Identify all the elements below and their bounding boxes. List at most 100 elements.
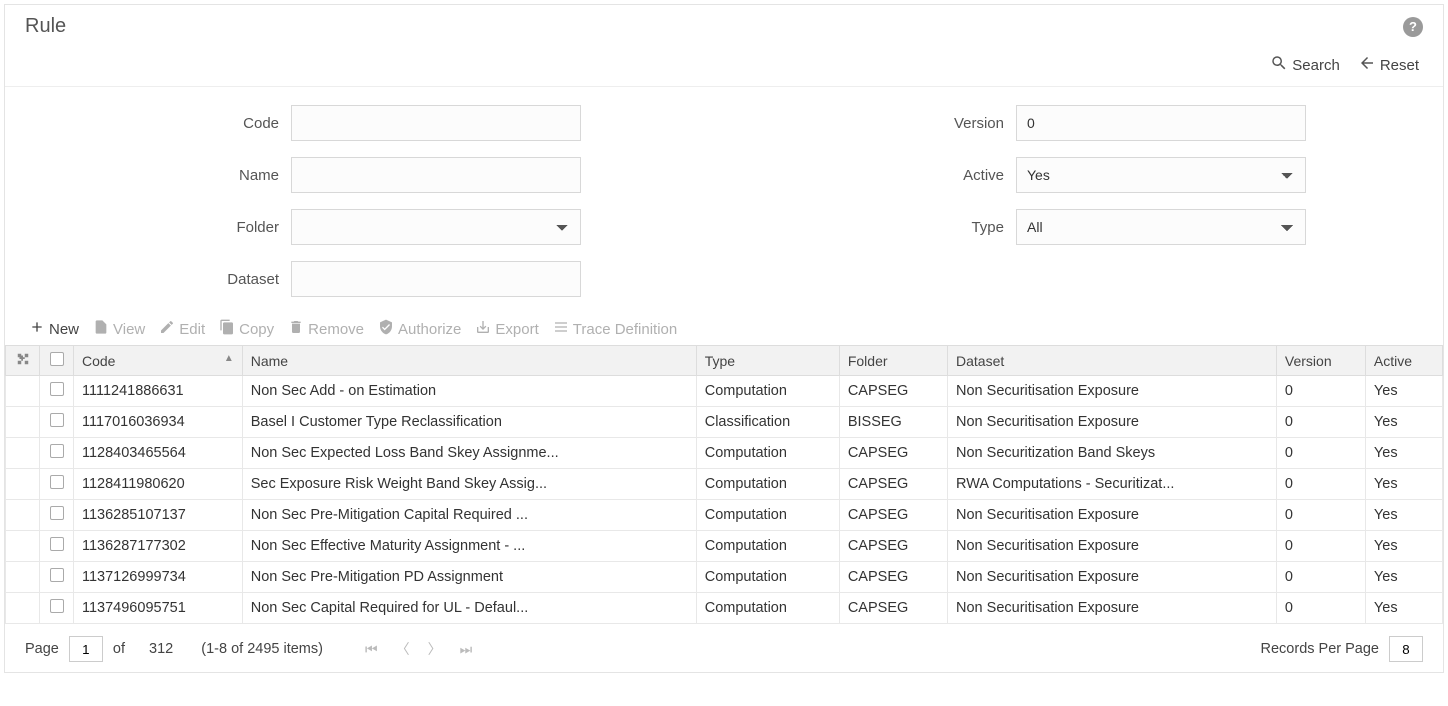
version-input[interactable] [1016,105,1306,141]
cell-folder: CAPSEG [839,531,947,562]
col-name[interactable]: Name [242,346,696,376]
remove-label: Remove [308,321,364,338]
cell-dataset: Non Securitisation Exposure [948,500,1277,531]
active-select[interactable]: Yes [1016,157,1306,193]
cell-folder: CAPSEG [839,562,947,593]
prev-page-button[interactable]: 〈 [392,639,414,659]
cell-code: 1128403465564 [74,438,243,469]
cell-code: 1136285107137 [74,500,243,531]
of-label: of [113,641,125,657]
table-row[interactable]: 1136287177302Non Sec Effective Maturity … [6,531,1443,562]
table-row[interactable]: 1137126999734Non Sec Pre-Mitigation PD A… [6,562,1443,593]
cell-type: Computation [696,562,839,593]
cell-active: Yes [1365,593,1442,624]
col-type[interactable]: Type [696,346,839,376]
select-all-checkbox[interactable] [50,352,64,366]
cell-code: 1137496095751 [74,593,243,624]
table-row[interactable]: 1128411980620Sec Exposure Risk Weight Ba… [6,469,1443,500]
rpp-input[interactable] [1389,636,1423,662]
page-input[interactable] [69,636,103,662]
cell-active: Yes [1365,376,1442,407]
edit-button[interactable]: Edit [159,319,205,339]
cell-type: Computation [696,469,839,500]
edit-icon [159,319,175,339]
row-checkbox[interactable] [50,599,64,613]
copy-button[interactable]: Copy [219,319,274,339]
row-checkbox[interactable] [50,444,64,458]
cell-dataset: Non Securitisation Exposure [948,562,1277,593]
row-tree-cell [6,562,40,593]
tree-header[interactable] [6,346,40,376]
row-checkbox[interactable] [50,475,64,489]
col-active[interactable]: Active [1365,346,1442,376]
table-row[interactable]: 1128403465564Non Sec Expected Loss Band … [6,438,1443,469]
cell-folder: CAPSEG [839,469,947,500]
name-input[interactable] [291,157,581,193]
cell-dataset: Non Securitisation Exposure [948,593,1277,624]
code-input[interactable] [291,105,581,141]
cell-folder: CAPSEG [839,500,947,531]
cell-version: 0 [1276,531,1365,562]
dataset-label: Dataset [29,271,279,288]
row-tree-cell [6,593,40,624]
table-row[interactable]: 1136285107137Non Sec Pre-Mitigation Capi… [6,500,1443,531]
filter-area: Code Name Folder Dataset Version Ac [5,87,1443,311]
rules-table: Code▲ Name Type Folder Dataset Version A… [5,345,1443,624]
row-checkbox[interactable] [50,568,64,582]
view-button[interactable]: View [93,319,145,339]
cell-version: 0 [1276,562,1365,593]
cell-type: Computation [696,531,839,562]
row-checkbox[interactable] [50,537,64,551]
col-folder[interactable]: Folder [839,346,947,376]
top-actions: Search Reset [5,48,1443,87]
help-icon[interactable]: ? [1403,17,1423,37]
export-button[interactable]: Export [475,319,538,339]
dataset-input[interactable] [291,261,581,297]
col-version[interactable]: Version [1276,346,1365,376]
row-checkbox[interactable] [50,506,64,520]
reset-button[interactable]: Reset [1358,54,1419,76]
cell-type: Computation [696,593,839,624]
table-row[interactable]: 1137496095751Non Sec Capital Required fo… [6,593,1443,624]
table-row[interactable]: 1117016036934Basel I Customer Type Recla… [6,407,1443,438]
edit-label: Edit [179,321,205,338]
cell-version: 0 [1276,376,1365,407]
row-tree-cell [6,438,40,469]
col-code[interactable]: Code▲ [74,346,243,376]
cell-name: Non Sec Capital Required for UL - Defaul… [242,593,696,624]
total-pages: 312 [149,641,173,657]
cell-dataset: RWA Computations - Securitizat... [948,469,1277,500]
copy-label: Copy [239,321,274,338]
authorize-button[interactable]: Authorize [378,319,461,339]
select-all-header[interactable] [40,346,74,376]
row-checkbox[interactable] [50,382,64,396]
cell-name: Non Sec Add - on Estimation [242,376,696,407]
cell-version: 0 [1276,469,1365,500]
folder-select[interactable] [291,209,581,245]
cell-type: Computation [696,438,839,469]
table-row[interactable]: 1111241886631Non Sec Add - on Estimation… [6,376,1443,407]
remove-button[interactable]: Remove [288,319,364,339]
filter-col-right: Version Active Yes Type All [754,105,1419,297]
search-button[interactable]: Search [1270,54,1340,76]
cell-type: Computation [696,500,839,531]
copy-icon [219,319,235,339]
cell-folder: CAPSEG [839,593,947,624]
new-button[interactable]: New [29,319,79,339]
first-page-button[interactable]: ⏮ [361,641,382,658]
toolbar: New View Edit Copy Remove Authorize Expo… [5,311,1443,345]
type-select[interactable]: All [1016,209,1306,245]
last-page-button[interactable]: ⏭ [456,641,477,658]
cell-dataset: Non Securitization Band Skeys [948,438,1277,469]
row-checkbox[interactable] [50,413,64,427]
type-label: Type [754,219,1004,236]
col-dataset[interactable]: Dataset [948,346,1277,376]
next-page-button[interactable]: 〉 [424,639,446,659]
pager: Page of 312 (1-8 of 2495 items) ⏮ 〈 〉 ⏭ … [5,624,1443,672]
col-code-label: Code [82,353,115,369]
export-label: Export [495,321,538,338]
trace-button[interactable]: Trace Definition [553,319,678,339]
row-check-cell [40,376,74,407]
range-label: (1-8 of 2495 items) [201,641,323,657]
view-icon [93,319,109,339]
